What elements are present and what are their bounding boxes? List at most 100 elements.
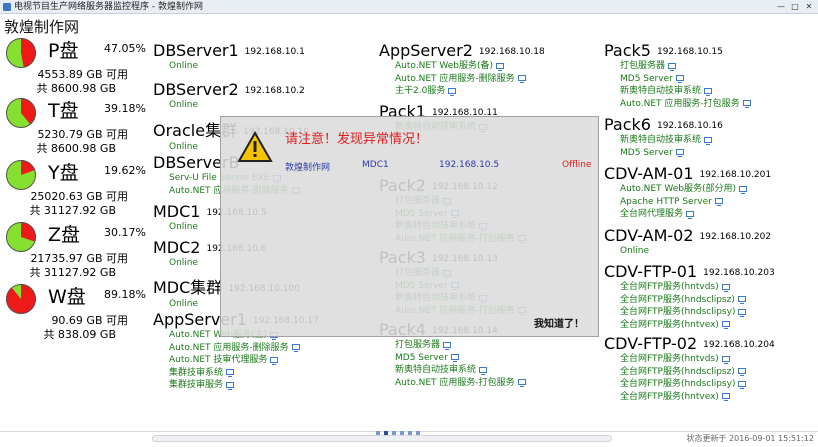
disk-usage-2: Y盘 19.62% 25020.63 GB 可用共 31127.92 GB	[6, 160, 146, 218]
server-col3-1[interactable]: Pack6 192.168.10.16 新奥特自动技审系统 MD5 Server	[604, 115, 723, 159]
monitor-icon	[496, 62, 505, 71]
service-item: MD5 Server	[395, 352, 526, 365]
server-name: DBServer2	[153, 80, 239, 99]
server-col2-0[interactable]: AppServer2 192.168.10.18 Auto.NET Web服务(备)…	[379, 41, 545, 98]
service-item: Online	[169, 99, 305, 112]
server-name: CDV-FTP-02	[604, 334, 698, 353]
service-item: 全台网FTP服务(hntvds)	[620, 353, 775, 366]
monitor-icon	[443, 341, 452, 350]
service-item: 集群技审系统	[169, 367, 319, 380]
service-item: 新奥特自动技审系统	[620, 134, 723, 147]
service-label: MD5 Server	[395, 352, 448, 363]
service-label: Auto.NET 应用服务-打包服务	[620, 98, 740, 109]
disk-total: 共 8600.98 GB	[36, 142, 116, 155]
server-col3-4[interactable]: CDV-FTP-01 192.168.10.203 全台网FTP服务(hntvds)…	[604, 262, 775, 331]
service-item: 全台网FTP服务(hndsclipsz)	[620, 294, 775, 307]
monitor-icon	[675, 149, 684, 157]
server-ip: 192.168.10.16	[656, 120, 723, 131]
service-item: MD5 Server	[620, 147, 723, 160]
monitor-icon	[686, 210, 695, 219]
disk-total: 共 31127.92 GB	[29, 266, 116, 279]
monitor-icon	[737, 368, 746, 376]
service-item: 全台网FTP服务(hndsclipsy)	[620, 378, 775, 391]
service-label: 全台网FTP服务(hndsclipsz)	[620, 294, 735, 305]
service-label: Online	[169, 258, 199, 268]
service-label: 全台网FTP服务(hntvds)	[620, 282, 719, 292]
server-ip: 192.168.10.18	[478, 46, 545, 57]
service-label: 全台网FTP服务(hntvds)	[620, 354, 719, 364]
service-label: Online	[169, 61, 199, 71]
monitor-icon	[517, 75, 526, 83]
service-item: Auto.NET 应用服务-删除服务	[169, 342, 319, 355]
service-label: MD5 Server	[620, 73, 673, 84]
service-item: Apache HTTP Server	[620, 196, 771, 209]
service-item: Auto.NET 应用服务-打包服务	[395, 377, 526, 390]
server-col3-5[interactable]: CDV-FTP-02 192.168.10.204 全台网FTP服务(hntvds)…	[604, 334, 775, 403]
server-ip: 192.168.10.204	[703, 339, 775, 350]
disk-usage-4: W盘 89.18% 90.69 GB 可用共 838.09 GB	[6, 284, 146, 342]
service-label: 主干2.0服务	[395, 86, 446, 96]
horizontal-scrollbar[interactable]	[152, 435, 612, 442]
minimize-icon[interactable]: —	[774, 1, 788, 12]
service-label: 新奥特自动技审系统	[620, 135, 702, 145]
monitor-icon	[479, 366, 488, 375]
service-item: 全台网FTP服务(hntvds)	[620, 281, 775, 294]
status-text: 状态更新于 2016-09-01 15:51:12	[686, 434, 814, 443]
disk-usage-0: P盘 47.05% 4553.89 GB 可用共 8600.98 GB	[6, 38, 146, 96]
monitor-icon	[704, 136, 713, 145]
disk-percent: 89.18%	[104, 288, 146, 301]
service-label: Auto.NET 应用服务-打包服务	[395, 377, 515, 388]
service-label: 集群技审服务	[169, 380, 224, 390]
monitor-icon	[704, 87, 713, 96]
monitor-icon	[742, 100, 751, 108]
service-item: 新奥特自动技审系统	[620, 85, 751, 98]
server-name: Pack6	[604, 115, 651, 134]
disk-usage-1: T盘 39.18% 5230.79 GB 可用共 8600.98 GB	[6, 98, 146, 156]
server-col3-3[interactable]: CDV-AM-02 192.168.10.202 Online	[604, 226, 771, 258]
server-col1-1[interactable]: DBServer2 192.168.10.2 Online	[153, 80, 305, 112]
disk-percent: 39.18%	[104, 102, 146, 115]
server-col3-0[interactable]: Pack5 192.168.10.15 打包服务器 MD5 Server 新奥特自动技审…	[604, 41, 751, 110]
disk-percent: 30.17%	[104, 226, 146, 239]
monitor-icon	[714, 198, 723, 206]
monitor-icon	[721, 355, 730, 364]
server-name: MDC1	[153, 202, 201, 221]
alert-server: MDC1	[362, 160, 389, 170]
server-ip: 192.168.10.203	[703, 267, 775, 278]
service-label: 新奥特自动技审系统	[395, 365, 477, 375]
acknowledge-button[interactable]: 我知道了！	[534, 315, 584, 330]
disk-name: Z盘	[48, 224, 81, 246]
server-ip: 192.168.10.1	[244, 46, 305, 57]
monitor-icon	[738, 308, 747, 317]
service-label: 全台网FTP服务(hntvex)	[620, 319, 719, 330]
alert-ip: 192.168.10.5	[439, 160, 500, 170]
service-label: 打包服务器	[620, 61, 666, 71]
server-name: AppServer2	[379, 41, 473, 60]
alert-message: 请注意！发现异常情况！	[285, 132, 429, 147]
service-item: 全台网FTP服务(hndsclipsy)	[620, 306, 775, 319]
disk-total: 共 8600.98 GB	[36, 82, 116, 95]
service-label: Auto.NET 应用服务-删除服务	[395, 73, 515, 84]
title-bar: 电视节目生产网络服务器监控程序 - 敦煌制作网 — □ ✕	[0, 0, 818, 14]
server-ip: 192.168.10.2	[244, 85, 305, 96]
monitor-icon	[668, 62, 677, 71]
server-col1-0[interactable]: DBServer1 192.168.10.1 Online	[153, 41, 305, 73]
page-indicator[interactable]	[376, 431, 420, 435]
service-label: Auto.NET 应用服务-删除服务	[169, 342, 289, 353]
maximize-icon[interactable]: □	[788, 1, 802, 12]
close-icon[interactable]: ✕	[802, 1, 816, 12]
disk-name: T盘	[48, 100, 79, 122]
service-item: 打包服务器	[620, 60, 751, 73]
server-ip: 192.168.10.15	[656, 46, 723, 57]
service-item: Auto.NET 技审代理服务	[169, 354, 319, 367]
monitor-icon	[721, 393, 730, 401]
service-item: 全台网FTP服务(hntvex)	[620, 319, 775, 332]
service-label: Online	[169, 100, 199, 110]
service-label: 全台网FTP服务(hndsclipsz)	[620, 366, 735, 377]
server-col3-2[interactable]: CDV-AM-01 192.168.10.201 Auto.NET Web服务(部分…	[604, 164, 771, 221]
server-name: DBServer1	[153, 41, 239, 60]
service-item: Auto.NET Web服务(备)	[395, 60, 545, 73]
service-label: 新奥特自动技审系统	[620, 86, 702, 96]
service-item: 打包服务器	[395, 339, 526, 352]
monitor-icon	[448, 87, 457, 96]
